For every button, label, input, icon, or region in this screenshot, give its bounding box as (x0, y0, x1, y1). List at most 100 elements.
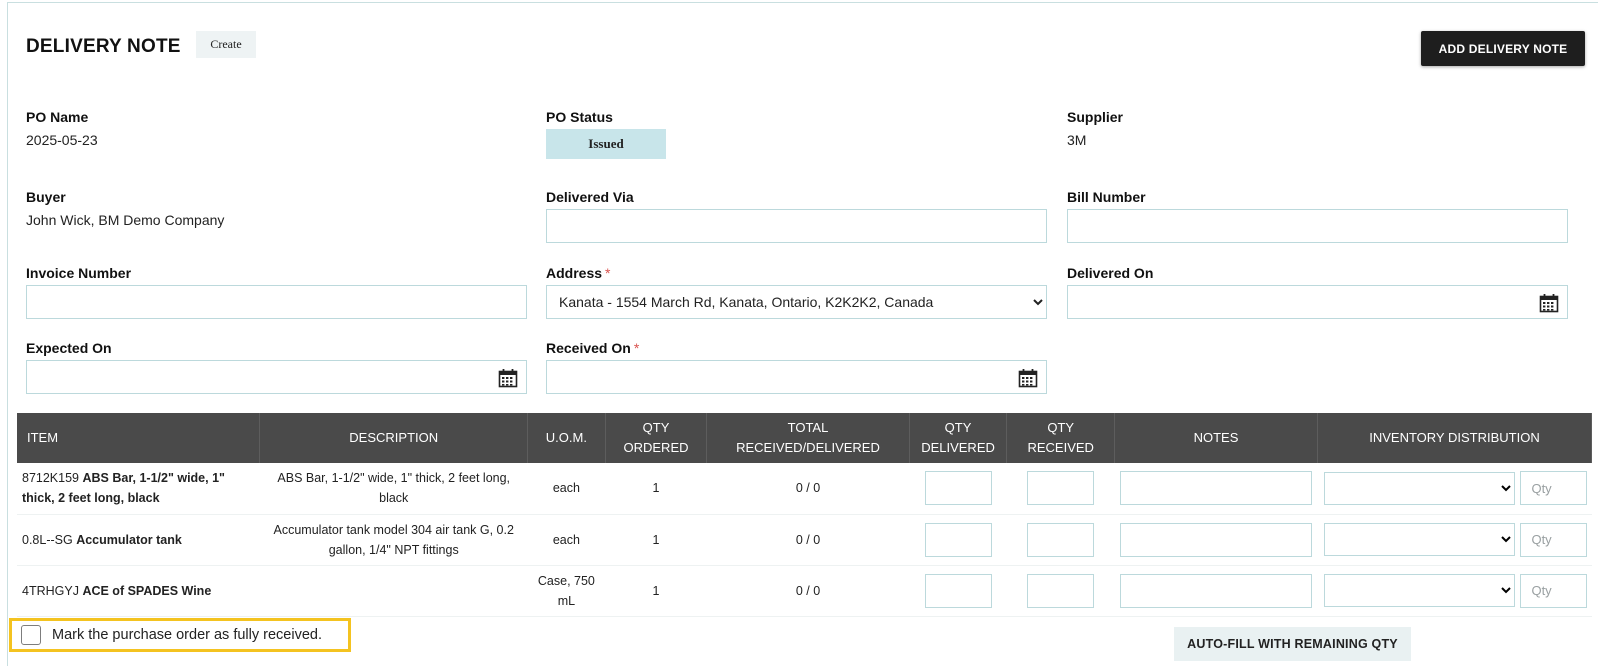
col-qty-received: QTY RECEIVED (1006, 413, 1115, 463)
col-total-line2: RECEIVED/DELIVERED (736, 440, 880, 455)
uom-cell: each (527, 463, 606, 515)
qty-delivered-cell (909, 463, 1007, 515)
item-cell: 0.8L--SG Accumulator tank (17, 514, 260, 566)
received-on-input[interactable] (547, 361, 1046, 393)
table-row: 8712K159 ABS Bar, 1-1/2" wide, 1" thick,… (17, 463, 1592, 515)
item-cell: 8712K159 ABS Bar, 1-1/2" wide, 1" thick,… (17, 463, 260, 515)
address-field: Kanata - 1554 March Rd, Kanata, Ontario,… (546, 285, 1047, 319)
inventory-select-field (1324, 574, 1516, 607)
delivered-via-label: Delivered Via (546, 189, 634, 205)
notes-cell (1114, 463, 1318, 515)
notes-cell (1114, 514, 1318, 566)
distribution-qty-input[interactable] (1521, 472, 1587, 505)
inventory-cell (1317, 565, 1592, 617)
notes-input[interactable] (1120, 574, 1311, 607)
col-qty-delivered-line2: DELIVERED (921, 440, 995, 455)
qty-received-cell (1006, 565, 1115, 617)
description-cell (259, 565, 528, 617)
mark-fully-received[interactable]: Mark the purchase order as fully receive… (9, 618, 351, 652)
delivered-on-input[interactable] (1068, 286, 1567, 318)
notes-field (1119, 471, 1312, 506)
notes-input[interactable] (1120, 523, 1311, 556)
item-cell: 4TRHGYJ ACE of SPADES Wine (17, 565, 260, 617)
col-inventory: INVENTORY DISTRIBUTION (1317, 413, 1593, 463)
received-on-field (546, 360, 1047, 394)
distribution-qty-input[interactable] (1521, 574, 1587, 607)
received-on-label-text: Received On (546, 340, 631, 356)
total-cell: 0 / 0 (706, 463, 910, 515)
calendar-icon[interactable] (1539, 293, 1559, 313)
description-cell: Accumulator tank model 304 air tank G, 0… (259, 514, 528, 566)
calendar-icon[interactable] (1018, 368, 1038, 388)
address-label-text: Address (546, 265, 603, 281)
bill-number-input[interactable] (1068, 210, 1567, 242)
inventory-location-select[interactable] (1325, 575, 1515, 606)
invoice-number-input[interactable] (27, 286, 526, 318)
inventory-cell (1317, 514, 1592, 566)
fully-received-checkbox[interactable] (21, 625, 41, 645)
table-header-row: ITEM DESCRIPTION U.O.M. QTY ORDERED TOTAL… (17, 413, 1593, 463)
qty-delivered-input[interactable] (925, 574, 991, 607)
col-qty-ordered-line2: ORDERED (623, 440, 689, 455)
distribution-qty-field (1520, 471, 1588, 506)
distribution-qty-input[interactable] (1521, 523, 1587, 556)
col-qty-ordered-line1: QTY (642, 420, 670, 435)
col-qty-delivered-line1: QTY (944, 420, 972, 435)
col-total: TOTAL RECEIVED/DELIVERED (706, 413, 910, 463)
uom-cell: each (527, 514, 606, 566)
inventory-location-select[interactable] (1325, 472, 1515, 504)
inventory-distribution (1321, 522, 1588, 557)
uom-cell: Case, 750 mL (527, 565, 606, 617)
qty-received-field (1027, 573, 1095, 608)
qty-received-input[interactable] (1028, 574, 1094, 607)
qty-ordered-cell: 1 (605, 565, 707, 617)
page-title: DELIVERY NOTE (26, 36, 181, 57)
qty-received-input[interactable] (1028, 472, 1094, 505)
qty-received-input[interactable] (1028, 523, 1094, 556)
table-row: 0.8L--SG Accumulator tank Accumulator ta… (17, 514, 1592, 566)
total-cell: 0 / 0 (706, 514, 910, 566)
autofill-remaining-qty-button[interactable]: AUTO-FILL WITH REMAINING QTY (1174, 627, 1411, 661)
inventory-select-field (1324, 523, 1516, 556)
item-name: ACE of SPADES Wine (82, 583, 212, 598)
expected-on-input[interactable] (27, 361, 526, 393)
qty-ordered-cell: 1 (605, 514, 707, 566)
delivered-via-input[interactable] (547, 210, 1046, 242)
description-cell: ABS Bar, 1-1/2" wide, 1" thick, 2 feet l… (259, 463, 528, 515)
col-qty-received-line1: QTY (1047, 420, 1075, 435)
mode-chip: Create (196, 31, 256, 58)
qty-delivered-input[interactable] (925, 472, 991, 505)
qty-delivered-cell (909, 565, 1007, 617)
invoice-number-label: Invoice Number (26, 265, 132, 281)
calendar-icon[interactable] (498, 368, 518, 388)
bill-number-field (1067, 209, 1568, 243)
qty-delivered-input[interactable] (925, 523, 991, 556)
col-uom: U.O.M. (527, 413, 606, 463)
item-code: 4TRHGYJ (22, 583, 79, 598)
notes-input[interactable] (1120, 472, 1311, 505)
add-delivery-note-button[interactable]: ADD DELIVERY NOTE (1421, 31, 1585, 66)
supplier-value: 3M (1067, 132, 1087, 148)
table-row: 4TRHGYJ ACE of SPADES Wine Case, 750 mL … (17, 565, 1592, 617)
col-qty-delivered: QTY DELIVERED (909, 413, 1008, 463)
notes-field (1119, 573, 1312, 608)
delivered-via-field (546, 209, 1047, 243)
col-qty-ordered: QTY ORDERED (605, 413, 708, 463)
col-item: ITEM (17, 413, 261, 463)
expected-on-field (26, 360, 527, 394)
qty-received-field (1027, 522, 1095, 557)
item-name: Accumulator tank (76, 532, 182, 547)
delivered-on-field (1067, 285, 1568, 319)
inventory-distribution (1321, 471, 1588, 506)
bill-number-label: Bill Number (1067, 189, 1146, 205)
inventory-location-select[interactable] (1325, 524, 1515, 555)
col-total-line1: TOTAL (787, 420, 829, 435)
notes-cell (1114, 565, 1318, 617)
inventory-distribution (1321, 573, 1588, 608)
items-table: ITEM DESCRIPTION U.O.M. QTY ORDERED TOTAL… (17, 413, 1593, 617)
col-qty-received-line2: RECEIVED (1027, 440, 1094, 455)
inventory-cell (1317, 463, 1592, 515)
expected-on-label: Expected On (26, 340, 112, 356)
address-select[interactable]: Kanata - 1554 March Rd, Kanata, Ontario,… (547, 286, 1046, 318)
required-mark: * (633, 340, 640, 356)
